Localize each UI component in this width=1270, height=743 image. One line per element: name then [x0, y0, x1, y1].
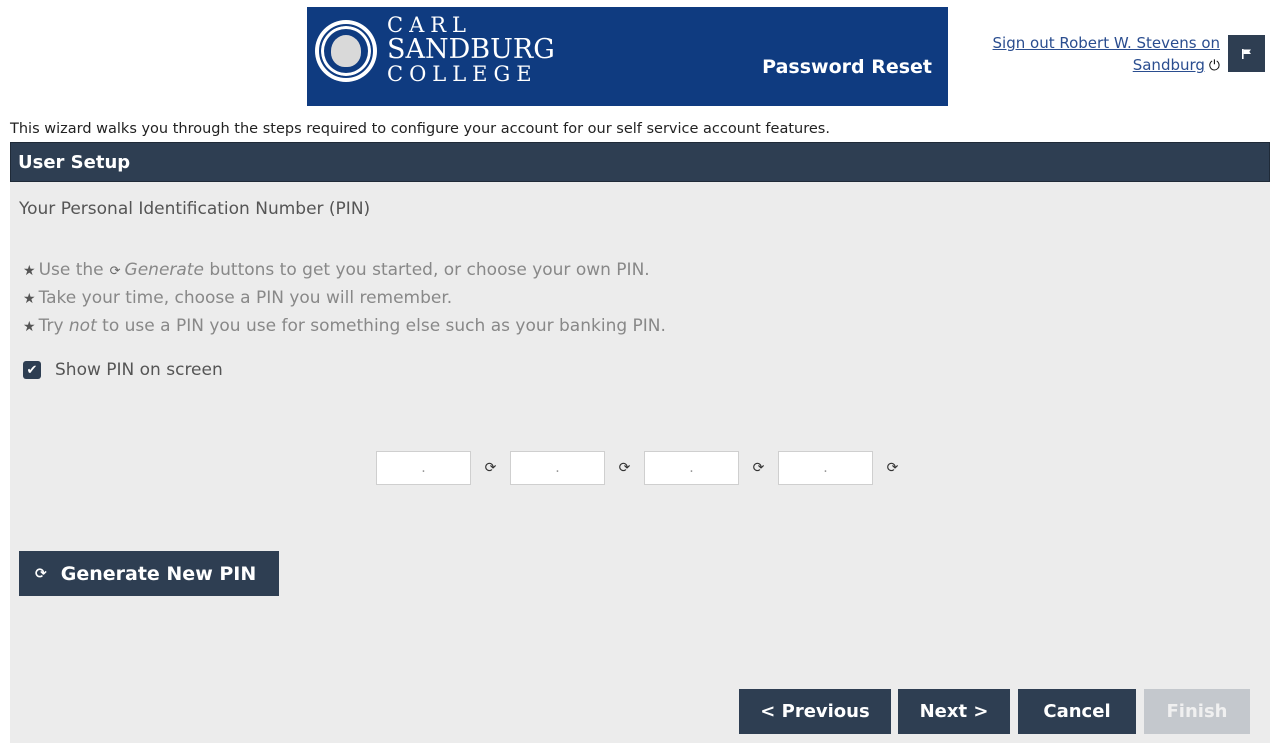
- college-seal-logo: [315, 20, 377, 82]
- logo-line-2: SANDBURG: [387, 34, 555, 65]
- signout-area: Sign out Robert W. Stevens on Sandburg ⏻: [958, 32, 1220, 77]
- pin-digit-input[interactable]: [376, 451, 471, 485]
- intro-text: This wizard walks you through the steps …: [10, 121, 830, 137]
- generate-new-pin-button[interactable]: ⟳ Generate New PIN: [19, 551, 279, 596]
- generate-digit-icon[interactable]: ⟳: [605, 460, 644, 476]
- tip-item: ★ Take your time, choose a PIN you will r…: [23, 288, 453, 308]
- previous-button[interactable]: < Previous: [739, 689, 891, 734]
- flag-icon: [1241, 48, 1251, 59]
- finish-button[interactable]: Finish: [1144, 689, 1250, 734]
- pin-digit-input[interactable]: [510, 451, 605, 485]
- pin-input-row: ⟳ ⟳ ⟳ ⟳: [376, 451, 912, 485]
- show-pin-label: Show PIN on screen: [55, 360, 223, 380]
- tips-list: ★ Use the ⟳ Generate buttons to get you sta…: [23, 257, 666, 341]
- generate-icon: ⟳: [109, 264, 121, 279]
- generate-icon: ⟳: [35, 565, 47, 582]
- page-title: Password Reset: [762, 56, 932, 78]
- signout-link[interactable]: Sign out Robert W. Stevens on Sandburg: [993, 34, 1220, 74]
- tip-item: ★ Try not to use a PIN you use for someth…: [23, 316, 666, 336]
- pin-digit-input[interactable]: [644, 451, 739, 485]
- college-logo-text: CARL SANDBURG COLLEGE: [387, 15, 555, 85]
- header-banner: CARL SANDBURG COLLEGE Password Reset: [307, 7, 948, 106]
- panel-header: User Setup: [10, 142, 1270, 182]
- show-pin-checkbox[interactable]: ✔: [23, 361, 41, 379]
- generate-digit-icon[interactable]: ⟳: [873, 460, 912, 476]
- logo-line-1: CARL: [387, 13, 472, 37]
- star-icon: ★: [23, 291, 36, 307]
- power-icon[interactable]: ⏻: [1209, 58, 1220, 74]
- pin-digit-input[interactable]: [778, 451, 873, 485]
- generate-digit-icon[interactable]: ⟳: [739, 460, 778, 476]
- star-icon: ★: [23, 263, 36, 279]
- next-button[interactable]: Next >: [898, 689, 1010, 734]
- star-icon: ★: [23, 319, 36, 335]
- user-setup-panel: User Setup Your Personal Identification …: [10, 142, 1270, 743]
- cancel-button[interactable]: Cancel: [1018, 689, 1136, 734]
- tip-item: ★ Use the ⟳ Generate buttons to get you sta…: [23, 260, 650, 280]
- section-title: Your Personal Identification Number (PIN…: [19, 199, 371, 219]
- logo-line-3: COLLEGE: [387, 62, 538, 86]
- generate-digit-icon[interactable]: ⟳: [471, 460, 510, 476]
- flag-button[interactable]: [1228, 35, 1265, 72]
- show-pin-option: ✔ Show PIN on screen: [23, 360, 223, 380]
